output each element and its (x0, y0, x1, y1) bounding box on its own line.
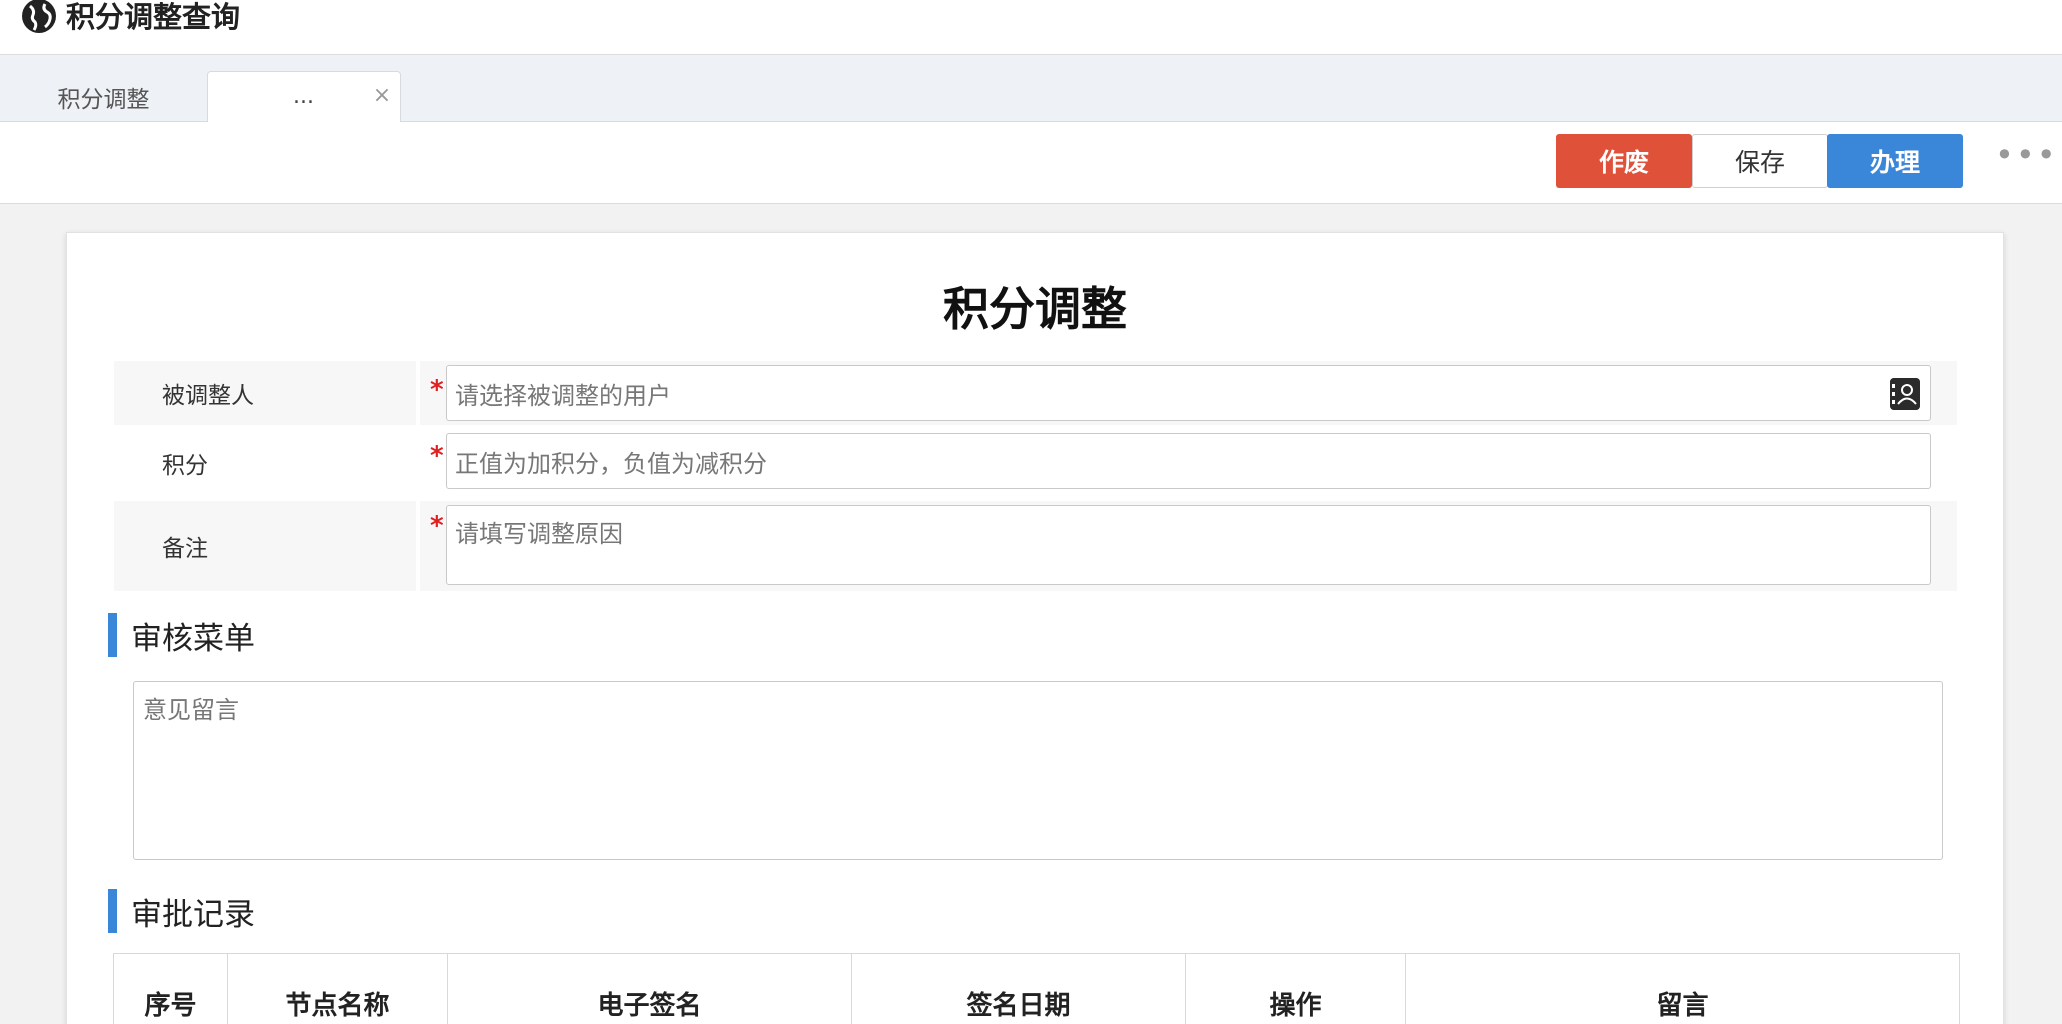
section-accent-bar (108, 889, 117, 933)
column-header-operation: 操作 (1185, 953, 1406, 1024)
required-mark: * (430, 441, 444, 471)
form-title: 积分调整 (943, 282, 1127, 336)
form-row-remark: 备注 * 请填写调整原因 (114, 501, 1957, 591)
column-header-e-signature: 电子签名 (447, 953, 852, 1024)
field-value-cell: * 请选择被调整的用户 (420, 361, 1957, 425)
field-placeholder: 请填写调整原因 (455, 520, 623, 548)
section-title: 审批记录 (131, 896, 255, 933)
void-button[interactable]: 作废 (1556, 134, 1692, 188)
field-label: 备注 (114, 501, 416, 591)
required-mark: * (430, 511, 444, 541)
tab-label: 积分调整 (57, 86, 150, 113)
section-heading-approval: 审批记录 (108, 889, 255, 933)
column-header-node-name: 节点名称 (227, 953, 448, 1024)
field-label: 被调整人 (114, 361, 416, 425)
tab-label: ... (293, 84, 314, 109)
handle-button[interactable]: 办理 (1827, 134, 1963, 188)
tab-active[interactable]: ... × (207, 71, 401, 123)
tab-points-adjust[interactable]: 积分调整 (0, 71, 207, 122)
globe-icon (22, 0, 56, 33)
close-icon[interactable]: × (372, 85, 392, 107)
column-header-message: 留言 (1405, 953, 1960, 1024)
field-placeholder: 正值为加积分，负值为减积分 (455, 449, 767, 478)
points-input[interactable]: 正值为加积分，负值为减积分 (446, 433, 1931, 489)
field-placeholder: 请选择被调整的用户 (455, 381, 671, 410)
more-options-icon[interactable]: ••• (1995, 139, 2056, 174)
opinion-textarea[interactable]: 意见留言 (133, 681, 1943, 860)
field-label: 积分 (114, 431, 416, 495)
required-mark: * (430, 375, 444, 405)
field-value-cell: * 请填写调整原因 (420, 501, 1957, 591)
app-title: 积分调整查询 (66, 0, 241, 34)
section-accent-bar (108, 613, 117, 657)
adjusted-user-input[interactable]: 请选择被调整的用户 (446, 365, 1931, 421)
form-card: 积分调整 被调整人 * 请选择被调整的用户 积分 * 正值为加积分，负值为减积分… (66, 232, 2004, 1024)
action-toolbar: 作废 保存 办理 ••• (0, 122, 2062, 204)
form-row-points: 积分 * 正值为加积分，负值为减积分 (114, 431, 1957, 495)
title-bar: 积分调整查询 (0, 0, 2062, 55)
field-value-cell: * 正值为加积分，负值为减积分 (420, 431, 1957, 495)
field-placeholder: 意见留言 (143, 696, 239, 724)
section-title: 审核菜单 (131, 620, 255, 657)
remark-textarea[interactable]: 请填写调整原因 (446, 505, 1931, 585)
column-header-sign-date: 签名日期 (851, 953, 1186, 1024)
contact-card-icon[interactable] (1890, 378, 1920, 410)
form-row-adjusted-user: 被调整人 * 请选择被调整的用户 (114, 361, 1957, 425)
section-heading-review: 审核菜单 (108, 613, 255, 657)
column-header-index: 序号 (113, 953, 228, 1024)
table-header-row: 序号 节点名称 电子签名 签名日期 操作 留言 (113, 953, 1960, 1024)
approval-record-table: 序号 节点名称 电子签名 签名日期 操作 留言 (113, 953, 1960, 1024)
save-button[interactable]: 保存 (1692, 134, 1828, 188)
tab-bar: 积分调整 ... × (0, 55, 2062, 123)
